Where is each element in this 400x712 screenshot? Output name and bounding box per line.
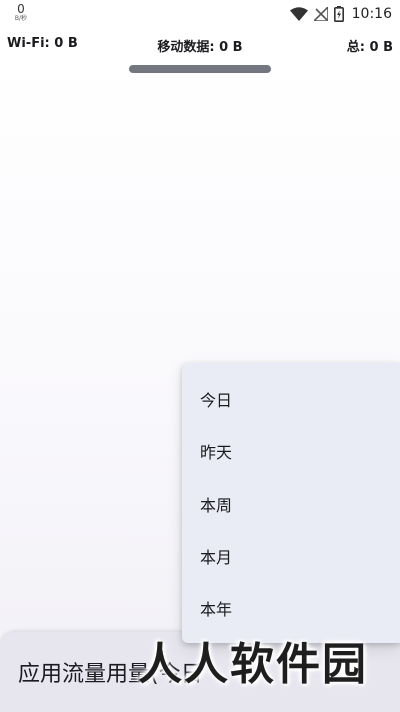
network-speed: 0 B/秒	[10, 3, 32, 22]
total-usage: 总: 0 B	[346, 40, 393, 55]
mobile-data-usage: 移动数据: 0 B	[157, 40, 243, 55]
menu-item-this-month[interactable]: 本月	[182, 530, 400, 582]
menu-item-this-year[interactable]: 本年	[182, 582, 400, 634]
status-bar: 0 B/秒 10:16	[0, 0, 400, 30]
menu-item-yesterday[interactable]: 昨天	[182, 425, 400, 477]
traffic-summary: Wi-Fi: 0 B 移动数据: 0 B 总: 0 B	[0, 34, 400, 55]
period-dropdown-menu: 今日 昨天 本周 本月 本年	[182, 363, 400, 643]
wifi-icon	[289, 7, 308, 21]
clock: 10:16	[351, 6, 392, 22]
menu-item-this-week[interactable]: 本周	[182, 478, 400, 530]
no-signal-icon	[313, 7, 328, 21]
drag-handle[interactable]	[129, 65, 271, 73]
battery-charging-icon	[333, 6, 344, 22]
watermark: 人人软件园	[138, 639, 368, 690]
status-icons: 10:16	[289, 4, 392, 24]
network-speed-value: 0	[17, 2, 25, 16]
menu-item-today[interactable]: 今日	[182, 373, 400, 425]
network-speed-unit: B/秒	[14, 15, 28, 22]
